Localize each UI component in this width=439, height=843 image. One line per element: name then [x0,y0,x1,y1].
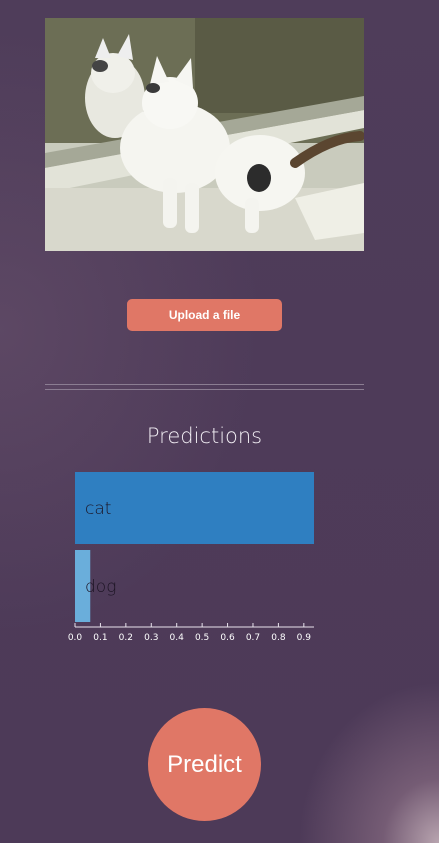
x-tick-label: 0.4 [170,633,185,643]
upload-file-button[interactable]: Upload a file [127,299,282,331]
x-tick-label: 0.6 [220,633,235,643]
x-tick-label: 0.3 [144,633,158,643]
x-tick-label: 0.9 [297,633,312,643]
bar-label-dog: dog [85,577,116,597]
predictions-bar-chart: cat dog 0.0 0.1 0.2 0.3 0.4 0.5 0.6 0.7 0.8 0.9 [68,472,314,643]
x-tick-label: 0.5 [195,633,209,643]
predict-button[interactable]: Predict [148,708,261,821]
x-tick-label: 0.0 [68,633,83,643]
kitten-photo [45,18,364,251]
x-tick-label: 0.2 [119,633,133,643]
predictions-title: Predictions [146,424,263,448]
x-tick-label: 0.8 [271,633,286,643]
bar-label-cat: cat [85,499,111,519]
x-tick-label: 0.7 [246,633,260,643]
uploaded-image-preview [45,18,364,251]
x-tick-label: 0.1 [93,633,107,643]
section-divider [45,384,364,390]
